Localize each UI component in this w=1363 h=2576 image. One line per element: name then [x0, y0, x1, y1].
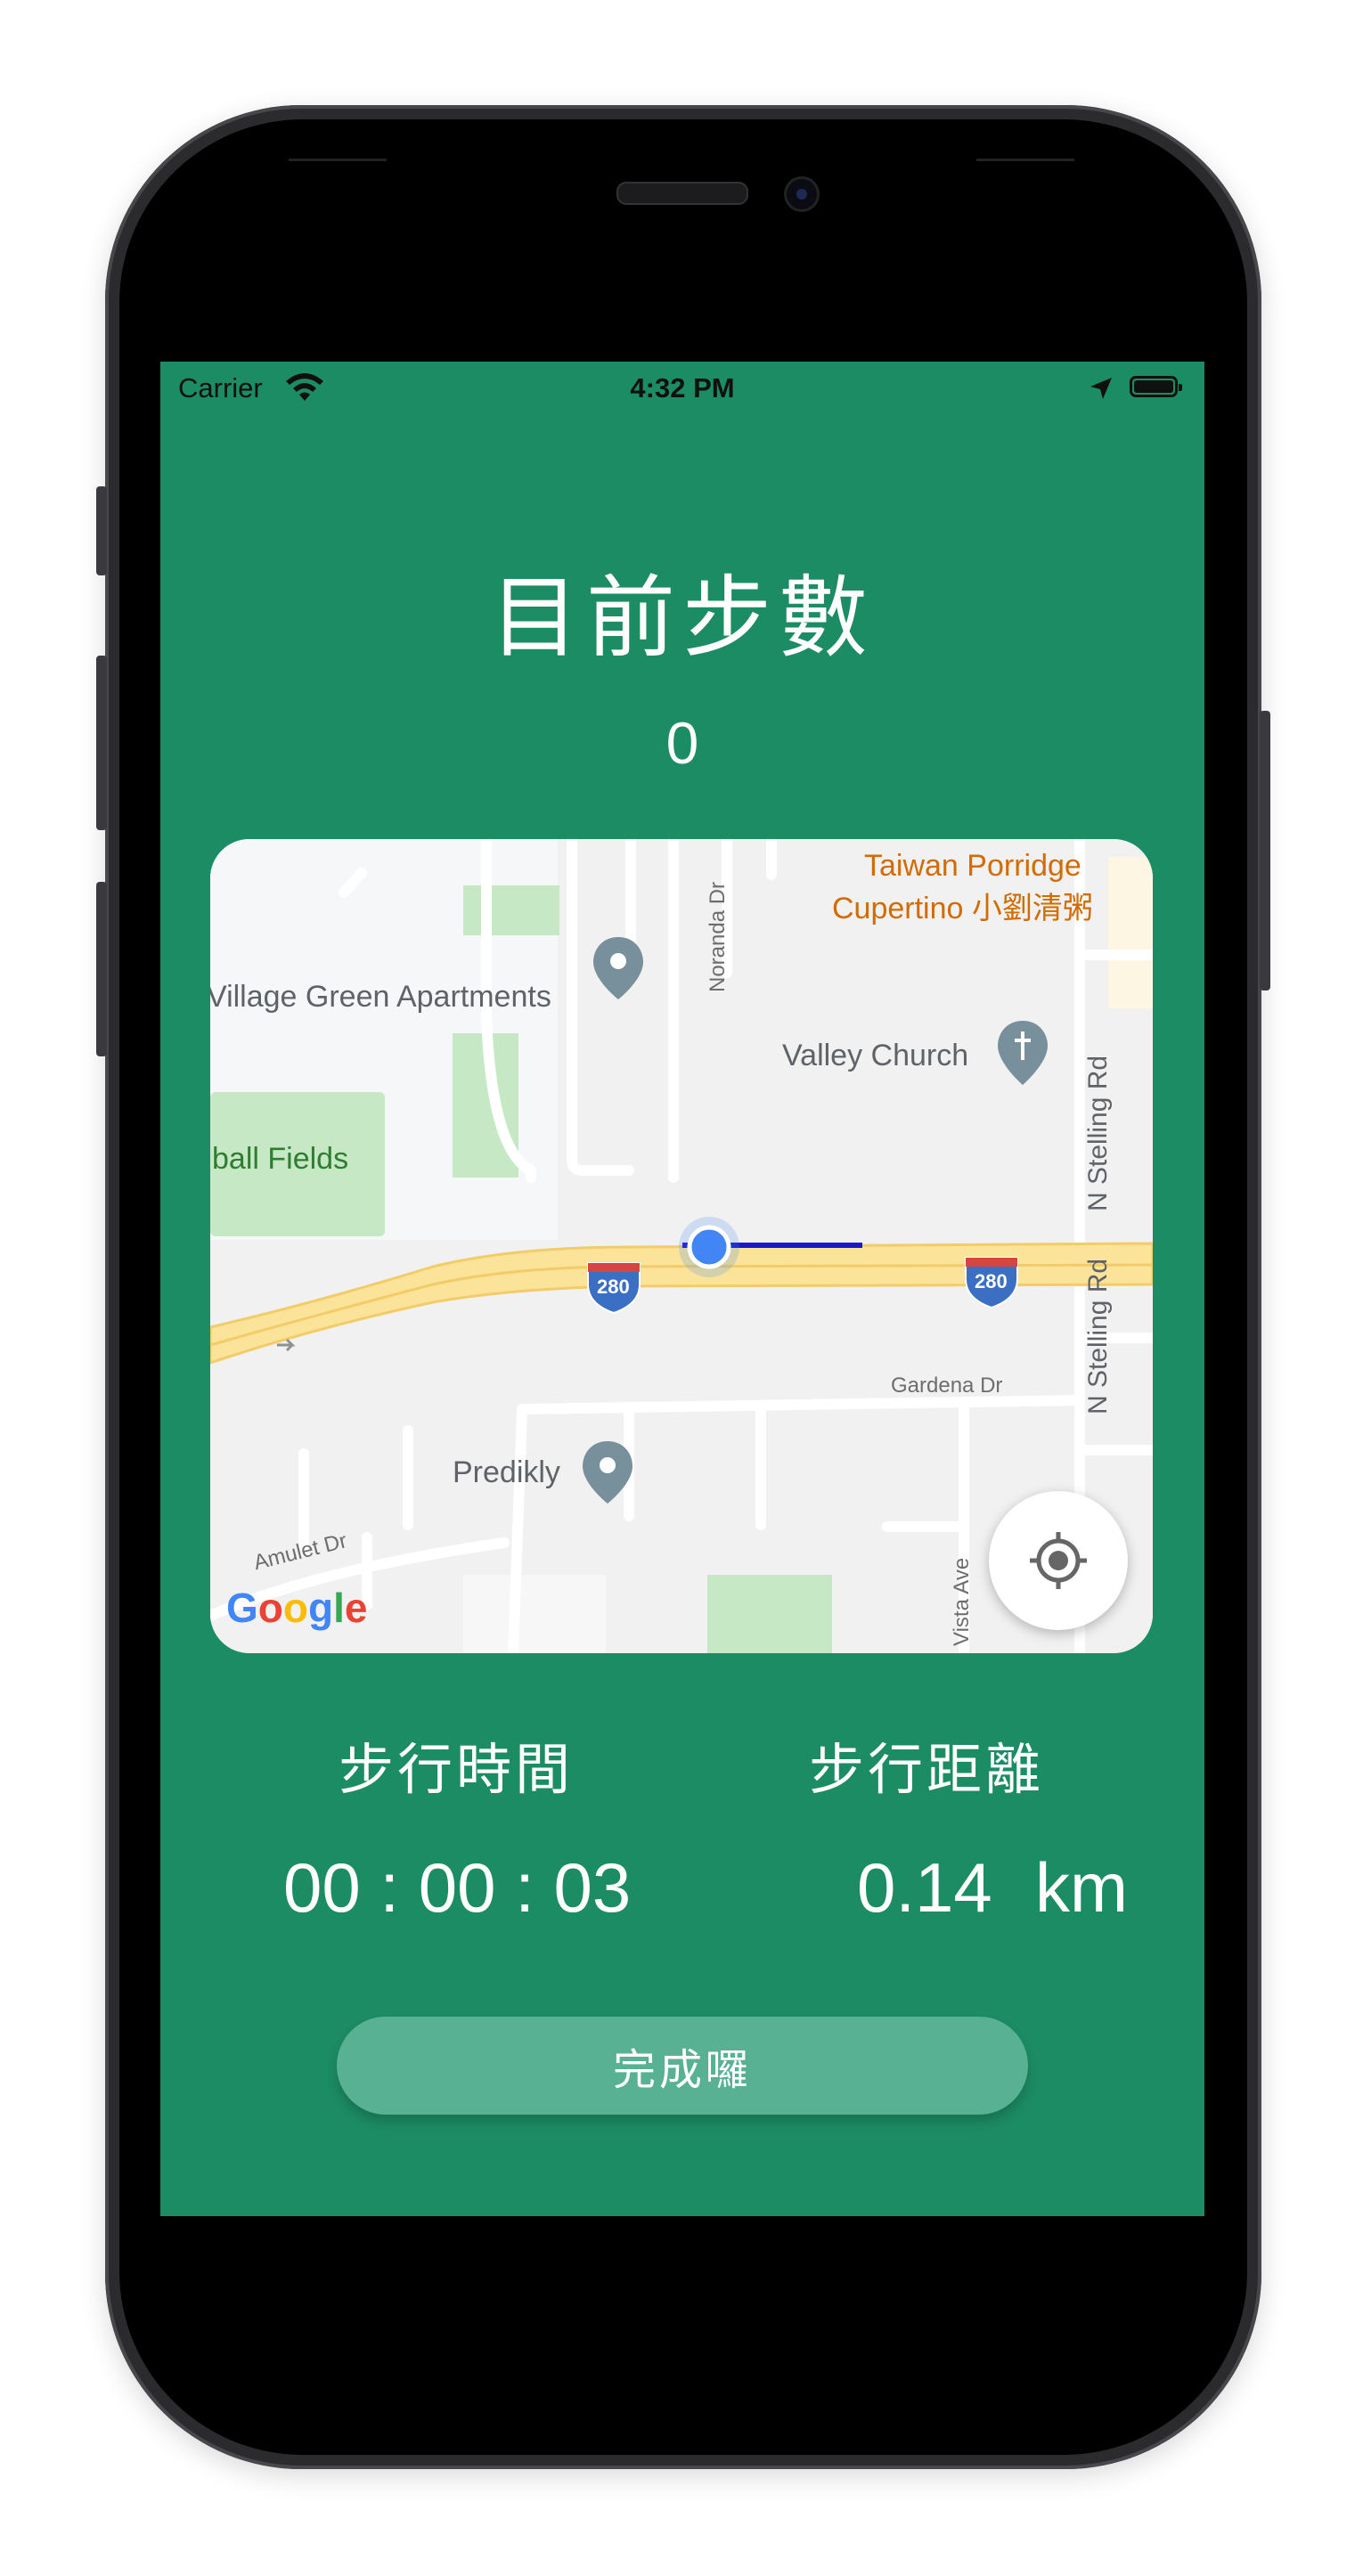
- crosshair-icon: [1030, 1532, 1087, 1589]
- front-camera: [784, 176, 820, 212]
- power-button: [1260, 711, 1270, 990]
- map-label-taiwan-porridge-line2: Cupertino 小劉清粥: [832, 892, 1093, 925]
- page-title: 目前步數: [490, 566, 875, 670]
- mute-switch: [96, 486, 107, 575]
- volume-down-button: [96, 882, 107, 1056]
- volume-up-button: [96, 656, 107, 830]
- map-label-village-green: Village Green Apartments: [210, 980, 551, 1014]
- map-label-valley-church: Valley Church: [782, 1039, 969, 1072]
- map-view[interactable]: Village Green Apartments ball Fields Val…: [210, 839, 1153, 1653]
- map-label-taiwan-porridge-line1: Taiwan Porridge: [864, 849, 1081, 883]
- map-label-gardena: Gardena Dr: [891, 1374, 1003, 1398]
- map-label-noranda: Noranda Dr: [706, 881, 730, 992]
- walking-time-value: 00 : 00 : 03: [283, 1848, 632, 1927]
- map-label-vista: Vista Ave: [950, 1557, 974, 1646]
- park-area: [463, 885, 559, 935]
- walking-distance-value: 0.14: [857, 1848, 992, 1927]
- done-button[interactable]: 完成囉: [337, 2017, 1028, 2115]
- status-time: 4:32 PM: [630, 372, 735, 404]
- map-label-predikly: Predikly: [453, 1455, 560, 1489]
- walking-distance-unit: km: [1035, 1848, 1128, 1927]
- user-location-dot: [687, 1225, 731, 1269]
- walking-time-label: 步行時間: [339, 1737, 575, 1802]
- map-label-n-stelling-2: N Stelling Rd: [1083, 1258, 1113, 1414]
- walking-distance-label: 步行距離: [809, 1737, 1045, 1802]
- antenna-line-left: [289, 159, 387, 161]
- app-screen: Carrier 4:32 PM 目前步數 0 Village Green Apa…: [160, 362, 1204, 2216]
- my-location-button[interactable]: [989, 1491, 1128, 1630]
- battery-icon: [1130, 376, 1182, 397]
- antenna-line-right: [976, 159, 1074, 161]
- park-area: [707, 1575, 832, 1653]
- status-bar: Carrier 4:32 PM: [160, 362, 1204, 417]
- google-attribution: Google: [226, 1585, 368, 1631]
- earpiece-speaker: [616, 182, 748, 205]
- map-label-taiwan-porridge: Taiwan Porridge Cupertino 小劉清粥: [832, 844, 1153, 930]
- location-arrow-icon: [1090, 378, 1112, 399]
- highway-shield-label: 280: [597, 1276, 630, 1298]
- map-label-ball-fields: ball Fields: [212, 1142, 349, 1176]
- step-count: 0: [665, 710, 699, 776]
- map-label-n-stelling-1: N Stelling Rd: [1083, 1055, 1113, 1211]
- highway-shield-label: 280: [975, 1270, 1008, 1292]
